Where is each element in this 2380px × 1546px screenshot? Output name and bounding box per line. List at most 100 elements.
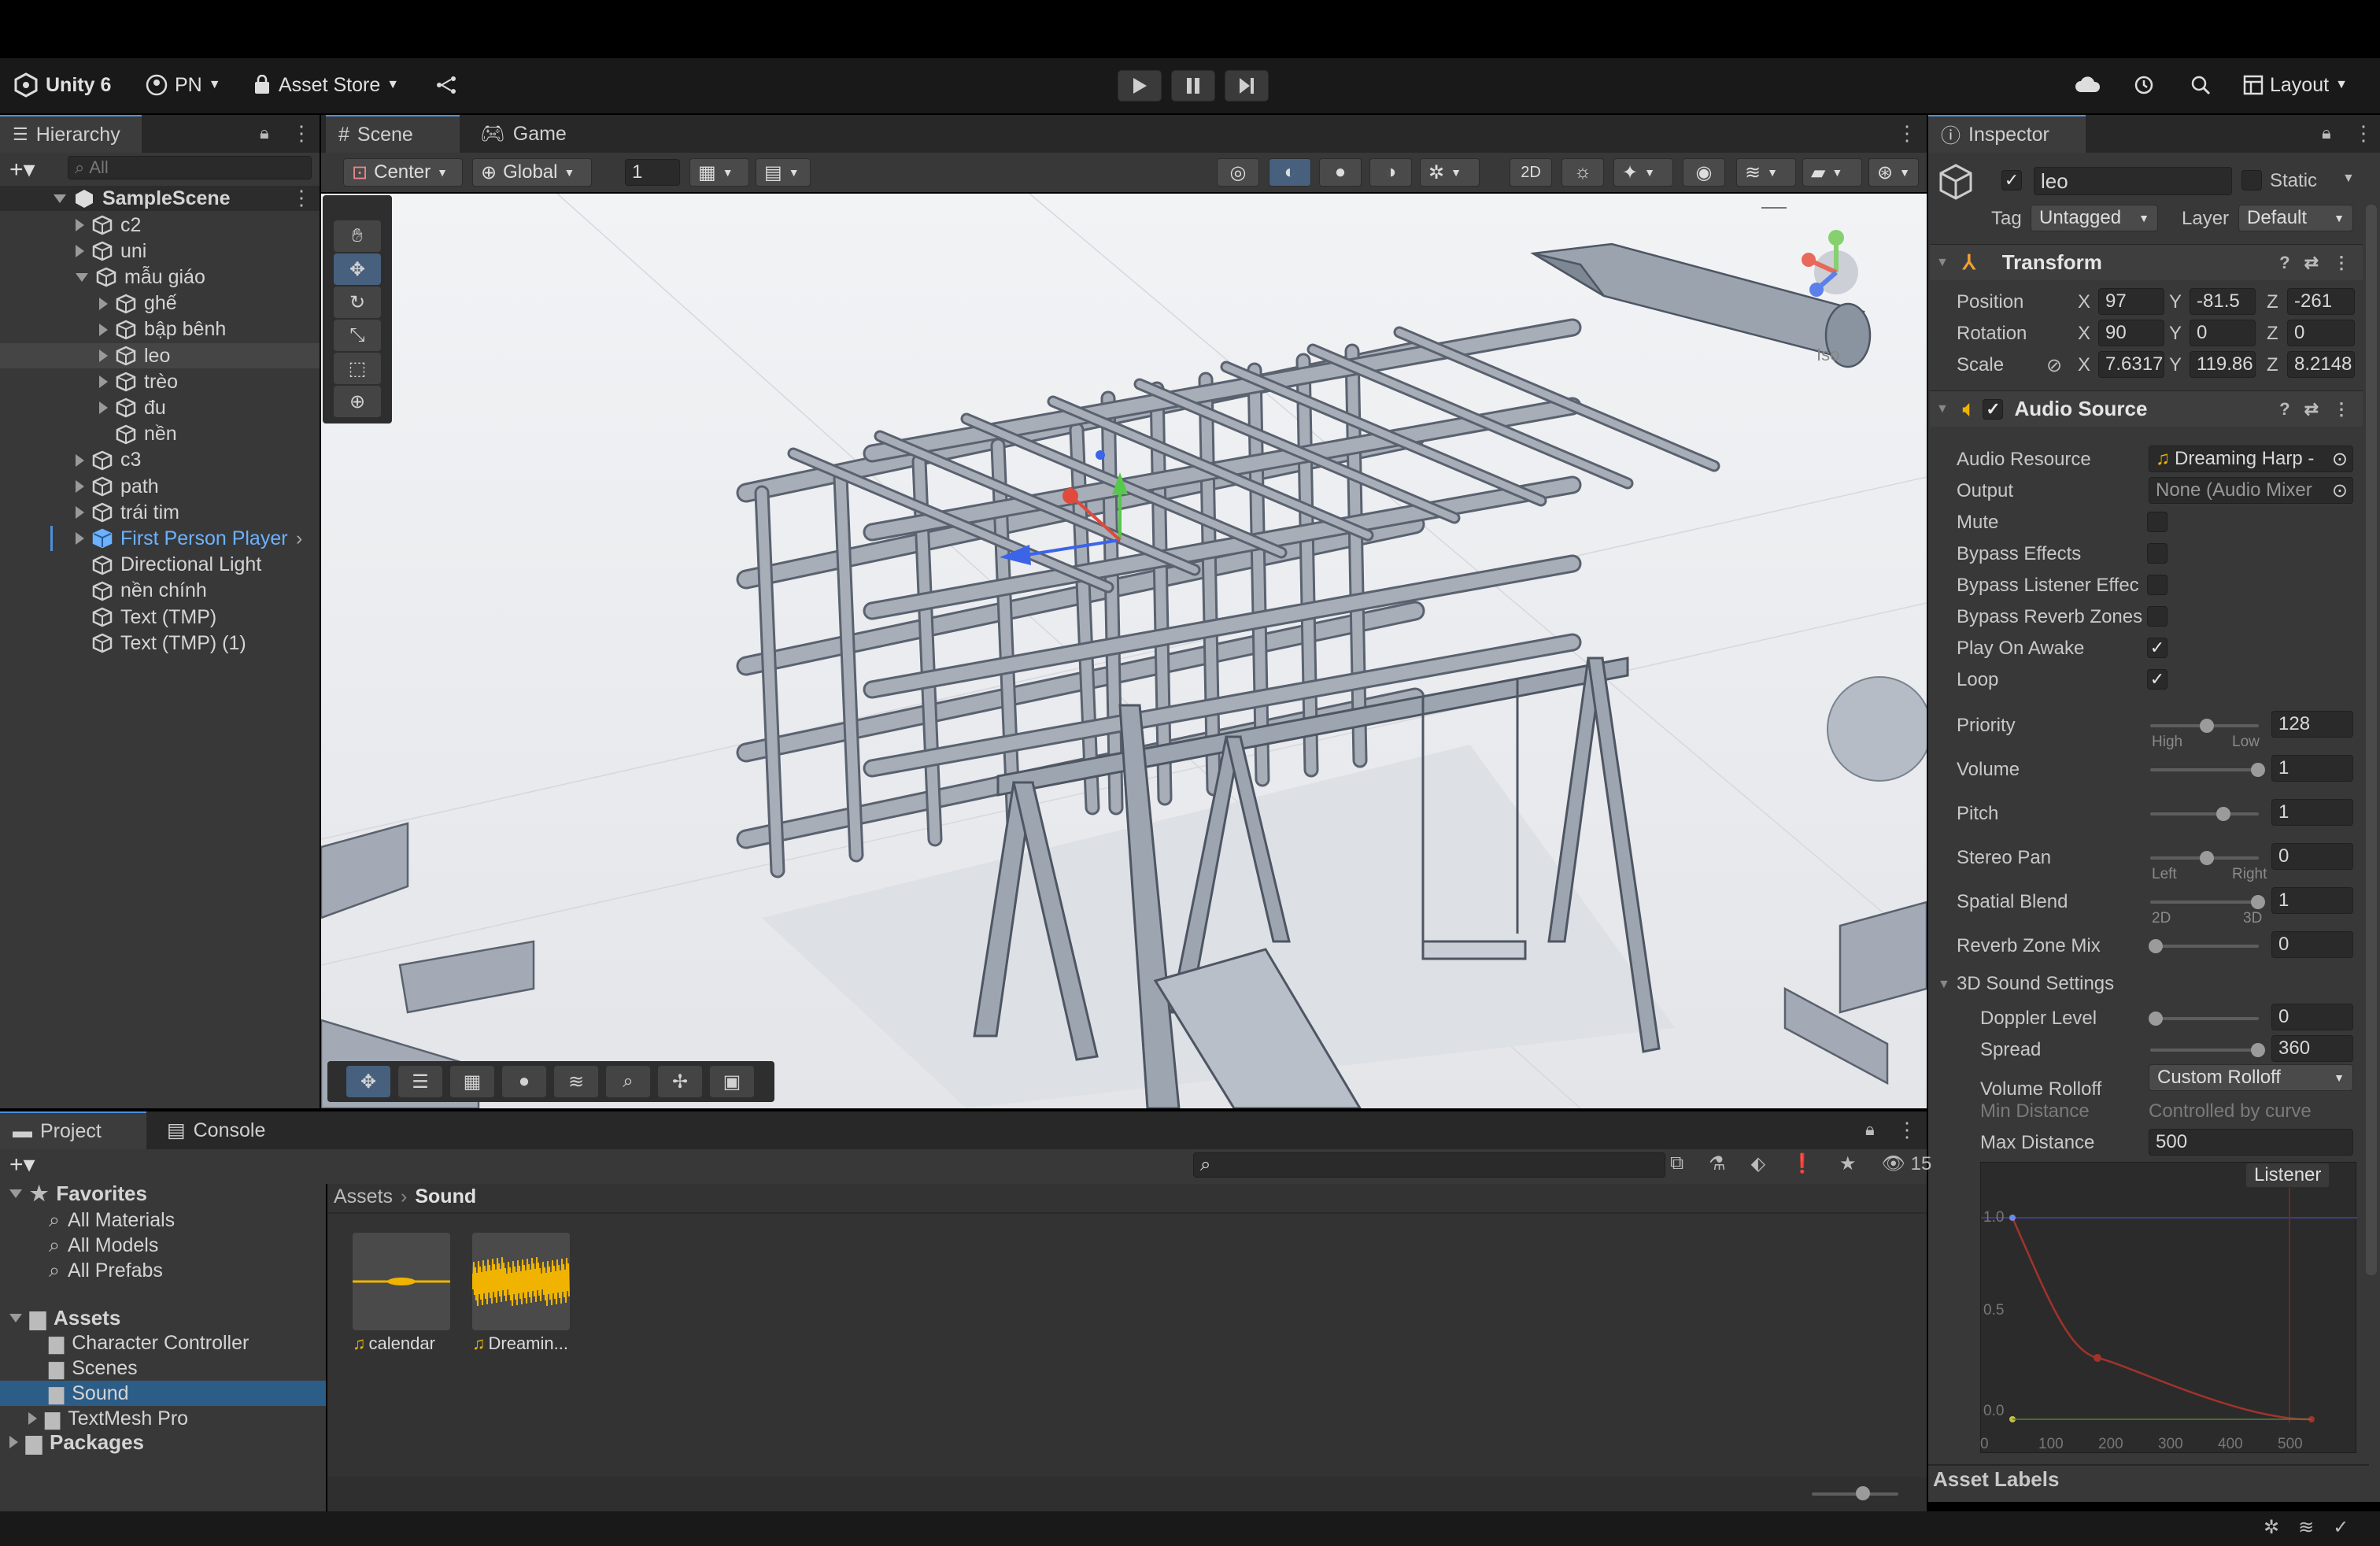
hierarchy-item[interactable]: uni (76, 239, 146, 264)
spread-slider[interactable] (2150, 1049, 2259, 1052)
iso-label[interactable]: Iso (1816, 345, 1839, 365)
tab-scene[interactable]: # Scene (326, 115, 460, 153)
volume-slider[interactable] (2150, 768, 2259, 771)
expand-arrow-icon[interactable] (76, 245, 84, 258)
doppler-slider[interactable] (2150, 1017, 2259, 1020)
doppler-slider-knob[interactable] (2149, 1012, 2163, 1026)
scale-y-field[interactable]: 119.86 (2190, 351, 2256, 378)
label-icon[interactable]: ⬖ (1751, 1152, 1765, 1175)
grid-visibility-button[interactable]: ▤ ▼ (756, 158, 811, 187)
transform-button[interactable]: ☰ (398, 1066, 442, 1097)
expand-arrow-icon[interactable] (76, 480, 84, 493)
account-dropdown[interactable]: PN ▼ (145, 69, 221, 101)
scale-tool-button[interactable]: ⤡ (334, 320, 381, 351)
spatial-blend-slider-knob[interactable] (2251, 895, 2265, 909)
tag-dropdown[interactable]: Untagged ▼ (2031, 205, 2158, 231)
orientation-button[interactable]: ◎ (1217, 158, 1259, 187)
play-button[interactable] (1118, 70, 1162, 102)
hierarchy-item[interactable]: Directional Light (76, 553, 261, 578)
sphere-button[interactable]: ● (502, 1066, 546, 1097)
position-z-field[interactable]: -261 (2287, 288, 2355, 315)
bypass-listener-checkbox[interactable] (2147, 575, 2168, 595)
expand-arrow-icon[interactable] (9, 1189, 22, 1198)
asset-folder[interactable]: ▆ Character Controller (49, 1330, 249, 1356)
reverb-zone-mix-slider-knob[interactable] (2149, 939, 2163, 953)
visibility-button[interactable]: ◉ (1683, 158, 1725, 187)
breadcrumb-assets[interactable]: Assets (334, 1185, 393, 1208)
static-checkbox[interactable] (2241, 170, 2262, 190)
priority-slider-knob[interactable] (2200, 719, 2214, 733)
expand-arrow-icon[interactable] (76, 272, 88, 282)
object-picker-icon[interactable]: ⊙ (2332, 448, 2348, 471)
collapse-arrow-icon[interactable]: ▼ (1938, 978, 1950, 992)
audio-enabled-checkbox[interactable]: ✓ (1983, 398, 2004, 420)
layout-dropdown[interactable]: Layout ▼ (2243, 69, 2348, 101)
history-button[interactable] (2133, 69, 2155, 101)
icon-size-slider[interactable] (1812, 1492, 1898, 1496)
max-distance-field[interactable]: 500 (2149, 1129, 2353, 1156)
hierarchy-item[interactable]: trèo (99, 369, 178, 394)
expand-arrow-icon[interactable] (28, 1412, 37, 1425)
unlit-mode-button[interactable]: ● (1319, 158, 1362, 187)
hierarchy-item[interactable]: Text (TMP) (1) (76, 631, 246, 656)
expand-arrow-icon[interactable] (9, 1436, 18, 1448)
debug-mode-button[interactable]: ✲ ▼ (1420, 158, 1480, 187)
camera-button[interactable]: ▣ (710, 1066, 754, 1097)
favorites-folder[interactable]: ★ Favorites (9, 1181, 147, 1206)
expand-arrow-icon[interactable] (76, 219, 84, 231)
audio-asset-tile[interactable] (472, 1233, 570, 1330)
favorite-item[interactable]: ⌕ All Prefabs (49, 1258, 163, 1283)
scale-x-field[interactable]: 7.6317 (2098, 351, 2164, 378)
expand-arrow-icon[interactable] (99, 297, 108, 310)
rotation-x-axis-label[interactable]: X (2078, 323, 2090, 345)
hierarchy-item[interactable]: trái tim (76, 500, 179, 525)
play-on-awake-checkbox[interactable]: ✓ (2147, 638, 2168, 658)
hierarchy-item[interactable]: nền chính (76, 579, 207, 604)
cloud-button[interactable] (2075, 69, 2101, 101)
hierarchy-item[interactable]: mẫu giáo (76, 264, 205, 290)
rect-tool-button[interactable]: ⬚ (334, 353, 381, 384)
priority-field[interactable]: 128 (2271, 711, 2353, 738)
mute-checkbox[interactable] (2147, 512, 2168, 532)
layers-button[interactable]: ≋ (554, 1066, 598, 1097)
output-field[interactable]: None (Audio Mixer ⊙ (2149, 477, 2353, 504)
reverb-zone-mix-slider[interactable] (2150, 945, 2259, 948)
snap-increment-field[interactable]: 1 (625, 159, 680, 186)
hierarchy-item[interactable]: c3 (76, 448, 141, 473)
lock-icon[interactable]: 🔒︎ (2322, 123, 2331, 143)
asset-folder[interactable]: ▆ Scenes (49, 1356, 138, 1381)
layer-dropdown[interactable]: Default ▼ (2238, 205, 2353, 231)
reverb-zone-mix-field[interactable]: 0 (2271, 931, 2353, 958)
hierarchy-item[interactable]: đu (99, 395, 166, 420)
expand-arrow-icon[interactable] (99, 401, 108, 415)
scale-z-field[interactable]: 8.2148 (2287, 351, 2355, 378)
chevron-down-icon[interactable]: ▼ (2342, 172, 2355, 186)
rotation-x-field[interactable]: 90 (2098, 320, 2164, 346)
pause-button[interactable] (1171, 70, 1215, 102)
audio-asset-tile[interactable] (353, 1233, 450, 1330)
cache-icon[interactable]: ≋ (2298, 1516, 2314, 1539)
hierarchy-search-input[interactable]: ⌕ All (68, 156, 312, 179)
tab-inspector[interactable]: ⓘ Inspector (1928, 115, 2086, 153)
preset-icon[interactable]: ⇄ (2304, 399, 2319, 420)
help-icon[interactable]: ? (2279, 399, 2289, 420)
move-tool-button[interactable]: ✥ (334, 253, 381, 285)
hierarchy-item[interactable]: First Person Player › (76, 526, 302, 551)
position-x-field[interactable]: 97 (2098, 288, 2164, 315)
warning-icon[interactable]: ❗ (1791, 1152, 1814, 1175)
stereo-pan-slider-knob[interactable] (2200, 851, 2214, 865)
favorite-item[interactable]: ⌕ All Models (49, 1233, 158, 1258)
preset-icon[interactable]: ⇄ (2304, 253, 2319, 273)
audio-source-header[interactable]: ▼ 🔈︎ ✓ Audio Source ? ⇄ ⋮ (1930, 390, 2363, 427)
hierarchy-item[interactable]: path (76, 474, 159, 499)
active-checkbox[interactable]: ✓ (2001, 170, 2022, 190)
pan-button[interactable]: ✢ (658, 1066, 702, 1097)
unity-menu-button[interactable]: Unity 6 (13, 69, 111, 101)
object-name-field[interactable]: leo (2034, 167, 2232, 195)
create-asset-button[interactable]: +▾ (9, 1151, 35, 1178)
tab-project[interactable]: ▬ Project (0, 1111, 146, 1149)
spatial-blend-slider[interactable] (2150, 901, 2259, 904)
position-y-axis-label[interactable]: Y (2169, 291, 2182, 313)
hidden-packages-button[interactable]: 👁︎ 15 (1882, 1152, 1932, 1175)
hierarchy-item[interactable]: bập bênh (99, 317, 226, 342)
